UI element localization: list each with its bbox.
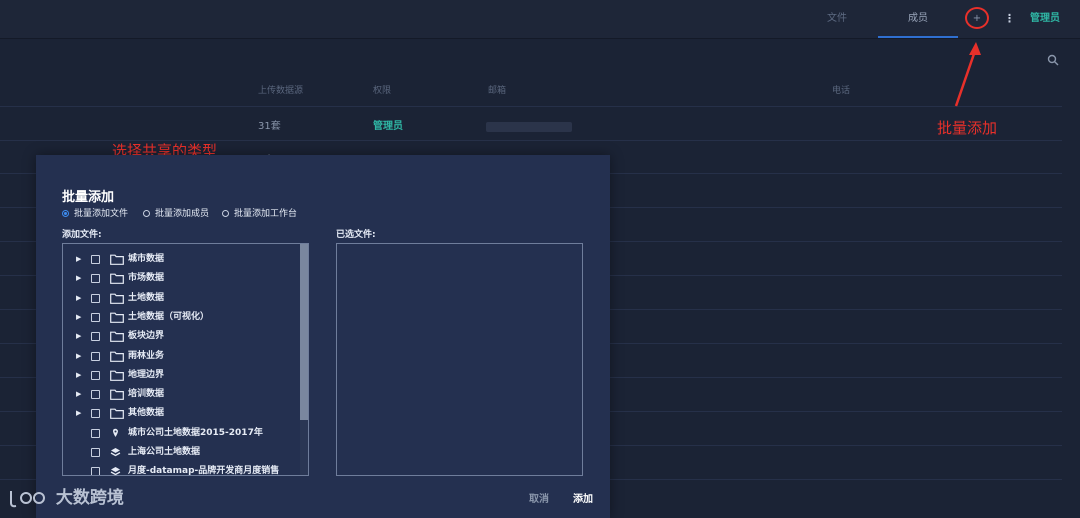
column-header: 权限 [373, 86, 392, 96]
tree-item-label: 板块边界 [128, 331, 165, 342]
folder-icon [110, 312, 124, 323]
tree-item[interactable]: ▶ 土地数据 [63, 289, 301, 308]
folder-icon [110, 273, 124, 285]
layers-icon [110, 466, 124, 475]
tree-item[interactable]: ▶ 地理边界 [63, 366, 301, 385]
watermark: 大数跨境 [8, 484, 124, 512]
tree-item-label: 城市数据 [128, 254, 165, 264]
masked-email [486, 122, 572, 132]
tree-item[interactable]: 月度-datamap-品牌开发商月度销售 [63, 462, 301, 476]
folder-icon [110, 331, 124, 343]
scrollbar-thumb[interactable] [300, 244, 308, 420]
radio-selected-icon [62, 210, 69, 217]
search-icon[interactable] [1047, 54, 1059, 66]
radio-empty-icon [222, 210, 229, 217]
file-tree[interactable]: ▶ 城市数据 ▶ 市场数据 ▶ 土地数据 ▶ 土地数据（可视化） ▶ 板块边界 ▶ 雨林业务 ▶ 地理边界… [62, 243, 309, 476]
tree-item-checkbox[interactable] [91, 370, 100, 380]
highlight-circle [965, 7, 989, 29]
tree-item-label: 其他数据 [128, 408, 165, 419]
tree-item-checkbox[interactable] [91, 448, 100, 457]
tree-item-label: 上海公司土地数据 [128, 447, 201, 457]
column-header: 邮箱 [488, 86, 507, 96]
radio-label: 批量添加工作台 [234, 209, 298, 219]
selected-files-box[interactable] [336, 243, 583, 476]
radio-batch-add-workbench[interactable]: 批量添加工作台 [222, 208, 297, 220]
user-role-label[interactable]: 管理员 [1030, 0, 1060, 38]
tree-item[interactable]: ▶ 城市数据 [63, 250, 301, 269]
folder-icon [110, 293, 124, 304]
radio-empty-icon [143, 210, 150, 217]
caret-right-icon[interactable]: ▶ [76, 366, 81, 385]
radio-label: 批量添加文件 [74, 209, 129, 219]
tree-item[interactable]: ▶ 雨林业务 [63, 347, 301, 366]
folder-icon [110, 408, 124, 420]
radio-batch-add-files[interactable]: 批量添加文件 [62, 208, 128, 220]
tree-item-label: 月度-datamap-品牌开发商月度销售 [128, 466, 280, 476]
tree-item-label: 培训数据 [128, 389, 165, 400]
folder-icon [110, 389, 124, 400]
tree-item-label: 土地数据 [128, 292, 165, 303]
table-cell-count: 31套 [258, 121, 281, 132]
cancel-button[interactable]: 取消 [529, 490, 549, 505]
caret-right-icon[interactable]: ▶ [76, 250, 81, 269]
tree-item-checkbox[interactable] [91, 409, 100, 419]
tree-item-checkbox[interactable] [91, 293, 100, 303]
annotation-batch-add: 批量添加 [937, 119, 998, 137]
tab-members[interactable]: 成员 [878, 0, 958, 38]
caret-right-icon[interactable]: ▶ [76, 308, 81, 327]
tree-item-checkbox[interactable] [91, 351, 100, 361]
column-header: 上传数据源 [258, 86, 304, 96]
tree-item-checkbox[interactable] [91, 274, 100, 284]
dialog-title: 批量添加 [62, 190, 115, 205]
tree-item-checkbox[interactable] [91, 467, 100, 475]
column-header: 电话 [832, 86, 851, 96]
add-button[interactable]: 添加 [573, 490, 593, 505]
caret-right-icon[interactable]: ▶ [76, 347, 81, 366]
caret-right-icon[interactable]: ▶ [76, 404, 81, 423]
tree-item[interactable]: ▶ 土地数据（可视化） [63, 308, 301, 327]
caret-right-icon[interactable]: ▶ [76, 289, 81, 308]
more-vertical-icon[interactable]: ⋮ [1004, 12, 1015, 26]
map-pin-icon [110, 428, 124, 439]
row-divider [0, 106, 1062, 107]
caret-right-icon[interactable]: ▶ [76, 385, 81, 404]
folder-icon [110, 370, 124, 381]
layers-icon [110, 447, 124, 458]
caret-right-icon[interactable]: ▶ [76, 269, 81, 288]
batch-add-dialog: 批量添加 批量添加文件 批量添加成员 批量添加工作台 添加文件: 已选文件: ▶… [36, 155, 610, 518]
watermark-logo-icon [10, 491, 45, 508]
radio-label: 批量添加成员 [155, 209, 210, 219]
tree-item-checkbox[interactable] [91, 255, 100, 264]
tree-item[interactable]: ▶ 其他数据 [63, 404, 301, 423]
tree-item[interactable]: ▶ 板块边界 [63, 327, 301, 346]
tree-item-checkbox[interactable] [91, 312, 100, 322]
tree-item[interactable]: ▶ 培训数据 [63, 385, 301, 404]
tab-files[interactable]: 文件 [812, 0, 862, 38]
tree-item-label: 地理边界 [128, 369, 165, 380]
annotation-arrow [954, 42, 981, 107]
tree-item-label: 雨林业务 [128, 350, 165, 361]
radio-batch-add-members[interactable]: 批量添加成员 [143, 208, 209, 220]
tree-item[interactable]: 上海公司土地数据 [63, 443, 301, 462]
tree-item-checkbox[interactable] [91, 332, 100, 342]
tree-item-checkbox[interactable] [91, 390, 100, 400]
add-files-label: 添加文件: [62, 230, 102, 240]
watermark-text: 大数跨境 [55, 488, 124, 508]
caret-right-icon[interactable]: ▶ [76, 327, 81, 346]
table-cell-role: 管理员 [373, 121, 403, 132]
tree-item-label: 市场数据 [128, 273, 165, 284]
tree-item-label: 城市公司土地数据2015-2017年 [128, 427, 263, 438]
tree-item-checkbox[interactable] [91, 428, 100, 438]
tree-item[interactable]: 城市公司土地数据2015-2017年 [63, 424, 301, 443]
tree-item[interactable]: ▶ 市场数据 [63, 269, 301, 288]
selected-files-label: 已选文件: [336, 230, 376, 240]
folder-icon [110, 254, 124, 265]
tree-item-label: 土地数据（可视化） [128, 311, 210, 322]
folder-icon [110, 351, 124, 362]
top-bar: 文件 成员 + ⋮ 管理员 [0, 0, 1080, 39]
